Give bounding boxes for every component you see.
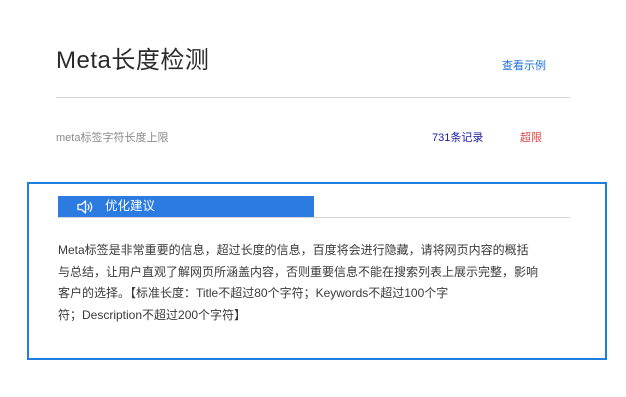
advice-line-1: Meta标签是非常重要的信息，超过长度的信息，百度将会进行隐藏，请将网页内容的概… (58, 243, 529, 257)
advice-line-3: 客户的选择。【标准长度：Title不超过80个字符；Keywords不超过100… (58, 286, 449, 300)
advice-tab: 优化建议 (58, 196, 314, 217)
advice-line-2: 与总结，让用户直观了解网页所涵盖内容，否则重要信息不能在搜索列表上展示完整，影响 (58, 264, 539, 279)
page-title: Meta长度检测 (56, 47, 210, 74)
speaker-icon (77, 200, 93, 214)
advice-panel: 优化建议 Meta标签是非常重要的信息，超过长度的信息，百度将会进行隐藏，请将网… (27, 182, 607, 360)
advice-tab-label: 优化建议 (105, 199, 156, 213)
advice-line-4: 符；Description不超过200个字符】 (58, 307, 247, 322)
advice-text: Meta标签是非常重要的信息，超过长度的信息，百度将会进行隐藏，请将网页内容的概… (58, 240, 582, 326)
header-divider (56, 97, 570, 98)
record-count-link[interactable]: 731条记录 (432, 129, 483, 145)
view-examples-link[interactable]: 查看示例 (502, 57, 546, 73)
status-badge: 超限 (520, 132, 542, 144)
advice-divider (58, 217, 570, 218)
result-label: meta标签字符长度上限 (56, 132, 169, 144)
